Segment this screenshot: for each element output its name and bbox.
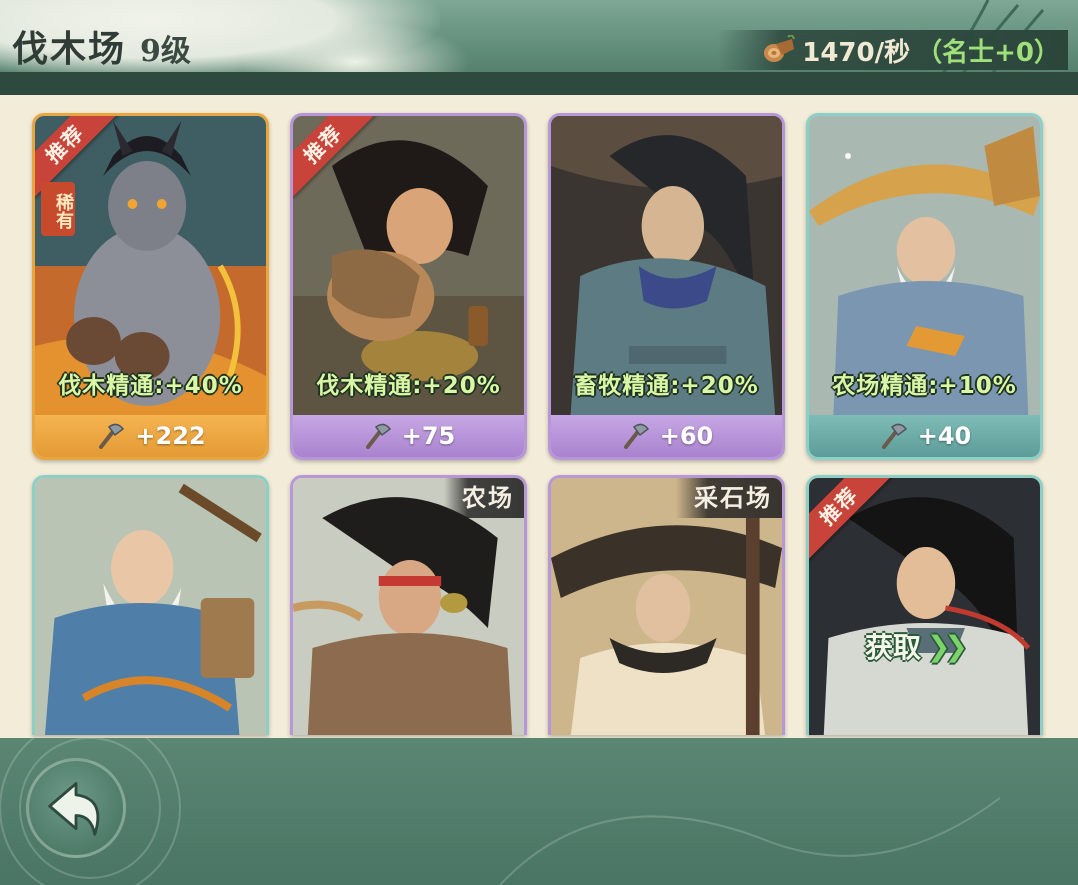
axe-icon <box>365 423 391 449</box>
hero-card[interactable]: 采石场 <box>548 475 785 735</box>
hero-power-bar: +222 <box>35 415 266 457</box>
building-title: 伐木场 9级 <box>12 20 191 72</box>
hero-card[interactable]: 推荐 伐木精通:+20% +75 <box>290 113 527 460</box>
hero-skill-bonus: 农场精通:+10% <box>832 373 1017 399</box>
hero-power-value: +222 <box>135 422 206 450</box>
building-level: 9级 <box>140 34 191 69</box>
footer <box>0 738 1078 885</box>
axe-icon <box>881 423 907 449</box>
obtain-button[interactable]: 获取 ❯❯ <box>865 626 968 666</box>
hero-power-bar: +40 <box>809 415 1040 457</box>
hero-power-value: +75 <box>401 422 456 450</box>
back-button[interactable] <box>26 758 126 858</box>
obtain-label: 获取 <box>865 631 922 664</box>
hero-card[interactable]: 农场 <box>290 475 527 735</box>
building-tag: 采石场 <box>676 478 782 518</box>
wood-log-icon <box>764 35 796 62</box>
rate-value: 1470/秒 <box>802 37 911 68</box>
hero-portrait <box>35 478 266 735</box>
hero-card[interactable]: 推荐 稀有 伐木精通:+40% +222 <box>32 113 269 460</box>
page-title: 伐木场 <box>12 28 127 70</box>
hero-power-bar: +60 <box>551 415 782 457</box>
rare-badge: 稀有 <box>41 182 75 236</box>
header: 伐木场 9级 1470/秒 （名士+0） <box>0 0 1078 95</box>
hero-card[interactable]: 农场精通:+10% +40 <box>806 113 1043 460</box>
hero-power-bar: +75 <box>293 415 524 457</box>
hero-skill-bonus: 伐木精通:+20% <box>316 373 501 399</box>
swirl-pattern-decoration <box>0 738 1001 885</box>
celebrity-bonus: （名士+0） <box>916 37 1060 68</box>
axe-icon <box>99 423 125 449</box>
hero-power-value: +40 <box>917 422 972 450</box>
hero-skill-bonus: 畜牧精通:+20% <box>574 373 759 399</box>
axe-icon <box>623 423 649 449</box>
header-divider <box>0 72 1078 95</box>
hero-card[interactable]: 畜牧精通:+20% +60 <box>548 113 785 460</box>
hero-card-grid: 推荐 稀有 伐木精通:+40% +222 推荐 伐木精通:+20% +75 畜牧… <box>32 113 1046 735</box>
hero-card[interactable] <box>32 475 269 735</box>
hero-card[interactable]: 推荐 获取 ❯❯ <box>806 475 1043 735</box>
back-arrow-icon <box>48 782 100 836</box>
hero-power-value: +60 <box>659 422 714 450</box>
building-tag: 农场 <box>444 478 524 518</box>
hero-skill-bonus: 伐木精通:+40% <box>58 373 243 399</box>
production-rate: 1470/秒 （名士+0） <box>718 30 1068 70</box>
double-arrow-icon: ❯❯ <box>927 629 968 663</box>
